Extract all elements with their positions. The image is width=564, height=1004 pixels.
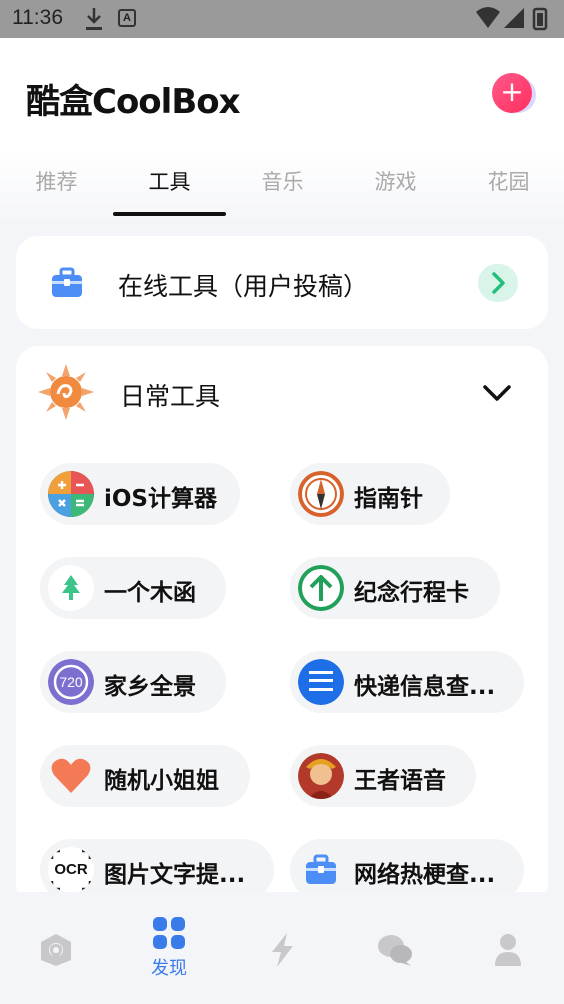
chevron-right-icon[interactable] xyxy=(478,264,518,302)
ocr-icon-text: OCR xyxy=(54,861,88,878)
nav-home[interactable] xyxy=(0,932,112,1002)
tab-music[interactable]: 音乐 xyxy=(226,166,339,196)
download-icon xyxy=(86,8,102,30)
hero-avatar-icon xyxy=(298,753,344,799)
tool-muhan[interactable]: 一个木函 xyxy=(40,557,226,619)
tool-label: 家乡全景 xyxy=(104,674,196,700)
profile-icon xyxy=(495,934,521,966)
tool-ios-calculator[interactable]: iOS计算器 xyxy=(40,463,240,525)
nav-profile[interactable] xyxy=(452,932,564,1002)
chat-bubbles-icon xyxy=(378,935,412,966)
tree-icon xyxy=(48,565,94,611)
nav-chat[interactable] xyxy=(339,932,451,1002)
nav-discover-label: 发现 xyxy=(151,958,187,979)
heart-icon xyxy=(51,758,91,793)
tool-label: iOS计算器 xyxy=(104,486,218,512)
toolbox-icon xyxy=(52,267,82,297)
arrow-up-circle-icon xyxy=(298,565,344,611)
tool-compass[interactable]: 指南针 xyxy=(290,463,450,525)
daily-tools-label: 日常工具 xyxy=(120,382,221,411)
compass-icon xyxy=(298,471,344,517)
nav-discover[interactable]: 发现 xyxy=(113,916,225,986)
tool-label: 王者语音 xyxy=(354,768,446,794)
tab-recommend[interactable]: 推荐 xyxy=(0,166,113,196)
nav-lightning[interactable] xyxy=(226,932,338,1002)
online-tools-card[interactable]: 在线工具（用户投稿） xyxy=(16,236,548,329)
tab-active-indicator xyxy=(113,212,226,216)
tool-express-tracking[interactable]: 快递信息查... xyxy=(290,651,524,713)
cainiao-icon xyxy=(298,659,344,705)
tab-games[interactable]: 游戏 xyxy=(339,166,452,196)
notification-a-icon: A xyxy=(118,9,136,27)
tab-garden[interactable]: 花园 xyxy=(452,166,564,196)
app-title: 酷盒CoolBox xyxy=(26,82,241,122)
tool-hometown-panorama[interactable]: 720 家乡全景 xyxy=(40,651,226,713)
wifi-icon xyxy=(476,7,500,28)
home-location-icon xyxy=(41,934,71,966)
bottom-nav: 发现 xyxy=(0,892,564,1004)
add-button[interactable]: + xyxy=(492,73,532,113)
tool-honor-of-kings-voice[interactable]: 王者语音 xyxy=(290,745,476,807)
status-time: 11:36 xyxy=(12,6,63,29)
tool-label: 指南针 xyxy=(354,486,423,512)
status-icons xyxy=(476,7,548,31)
daily-tools-card: 日常工具 iOS计算器 指南针 一个木函 纪念行程卡 720 家乡全景 快递信息… xyxy=(16,346,548,906)
online-tools-label: 在线工具（用户投稿） xyxy=(118,272,369,301)
tool-random-girl[interactable]: 随机小姐姐 xyxy=(40,745,250,807)
tool-travel-card[interactable]: 纪念行程卡 xyxy=(290,557,500,619)
calculator-icon xyxy=(48,471,94,517)
chevron-down-icon[interactable] xyxy=(482,384,512,402)
panorama-icon-text: 720 xyxy=(59,674,83,690)
app-header: 酷盒CoolBox + xyxy=(0,38,564,148)
lightning-icon xyxy=(272,933,293,967)
tab-tools[interactable]: 工具 xyxy=(113,166,226,196)
tool-label: 纪念行程卡 xyxy=(354,580,469,606)
sun-icon xyxy=(38,364,94,420)
tool-label: 一个木函 xyxy=(104,580,196,606)
signal-icon xyxy=(504,8,524,28)
tool-label: 快递信息查... xyxy=(354,674,496,700)
tool-label: 图片文字提... xyxy=(104,862,246,888)
category-tabs: 推荐 工具 音乐 游戏 花园 xyxy=(0,148,564,218)
tool-label: 网络热梗查... xyxy=(354,862,496,888)
status-bar: 11:36 A xyxy=(0,0,564,38)
toolbox-icon xyxy=(298,847,344,893)
discover-grid-icon xyxy=(153,917,185,949)
tool-label: 随机小姐姐 xyxy=(104,768,219,794)
